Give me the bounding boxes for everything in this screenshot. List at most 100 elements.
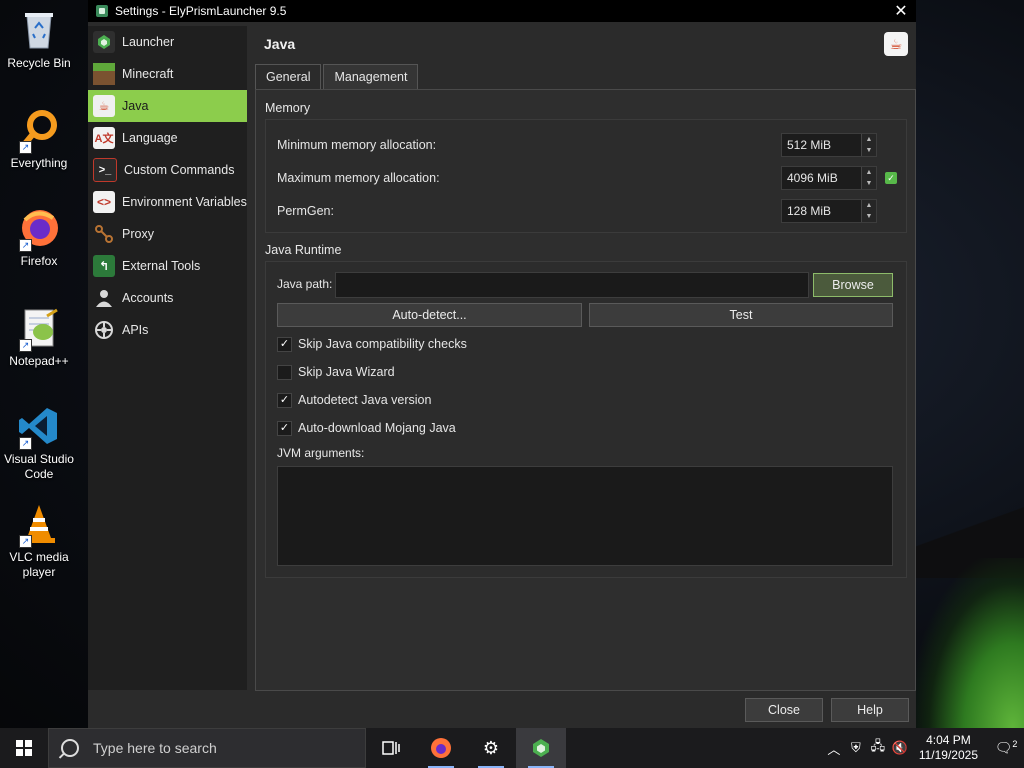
test-button[interactable]: Test <box>589 303 893 327</box>
taskbar-firefox[interactable] <box>416 728 466 768</box>
java-path-input[interactable] <box>335 272 809 298</box>
notification-icon: 🗨 <box>994 739 1013 756</box>
search-icon <box>61 739 79 757</box>
close-button[interactable]: Close <box>745 698 823 722</box>
spinbox-arrows-icon[interactable]: ▲ ▼ <box>861 200 876 222</box>
auto-download-mojang-java-checkbox[interactable]: ✓ Auto-download Mojang Java <box>277 418 456 438</box>
desktop-icon-vscode[interactable]: ↗ Visual Studio Code <box>0 404 78 482</box>
desktop-icon-label: Firefox <box>20 254 58 268</box>
sidebar-item-custom-commands[interactable]: >_ Custom Commands <box>88 154 247 186</box>
jvm-arguments-label: JVM arguments: <box>277 446 365 460</box>
checkbox-checked-icon[interactable]: ✓ <box>277 420 292 436</box>
task-view-button[interactable] <box>366 728 416 768</box>
firefox-icon: ↗ <box>17 206 61 252</box>
vscode-icon: ↗ <box>17 404 61 450</box>
desktop-icon-label: Visual Studio Code <box>4 452 74 481</box>
sidebar-item-accounts[interactable]: Accounts <box>88 282 247 314</box>
permgen-label: PermGen: <box>277 204 334 218</box>
code-brackets-icon: <> <box>93 191 115 213</box>
external-tools-icon: ↰ <box>93 255 115 277</box>
firefox-icon <box>431 738 451 758</box>
spinbox-arrows-icon[interactable]: ▲ ▼ <box>861 134 876 156</box>
sidebar-item-language[interactable]: A文 Language <box>88 122 247 154</box>
desktop-icon-recycle-bin[interactable]: Recycle Bin <box>0 8 78 71</box>
windows-logo-icon <box>16 740 32 756</box>
permgen-spinbox[interactable]: 128 MiB ▲ ▼ <box>781 199 877 223</box>
sidebar-item-label: Environment Variables <box>122 195 247 209</box>
max-memory-value: 4096 MiB <box>787 171 838 185</box>
shortcut-arrow-icon: ↗ <box>19 535 32 548</box>
shortcut-arrow-icon: ↗ <box>19 339 32 352</box>
launcher-icon <box>93 31 115 53</box>
settings-window: Settings - ElyPrismLauncher 9.5 ✕ Launch… <box>88 0 916 728</box>
jvm-arguments-textarea[interactable] <box>277 466 893 566</box>
desktop-icon-label: Everything <box>10 156 68 170</box>
sidebar-item-minecraft[interactable]: Minecraft <box>88 58 247 90</box>
help-button[interactable]: Help <box>831 698 909 722</box>
java-badge-icon: ☕ <box>884 32 908 56</box>
checkbox-unchecked-icon[interactable] <box>277 364 292 380</box>
sidebar-item-label: Proxy <box>122 227 154 241</box>
window-titlebar[interactable]: Settings - ElyPrismLauncher 9.5 ✕ <box>88 0 916 22</box>
max-memory-spinbox[interactable]: 4096 MiB ▲ ▼ <box>781 166 877 190</box>
shortcut-arrow-icon: ↗ <box>19 141 32 154</box>
shortcut-arrow-icon: ↗ <box>19 239 32 252</box>
notification-center-button[interactable]: 🗨2 <box>988 739 1024 757</box>
min-memory-spinbox[interactable]: 512 MiB ▲ ▼ <box>781 133 877 157</box>
auto-detect-button[interactable]: Auto-detect... <box>277 303 582 327</box>
taskbar-clock[interactable]: 4:04 PM 11/19/2025 <box>911 733 988 763</box>
desktop-icon-vlc[interactable]: ↗ VLC media player <box>0 502 78 580</box>
proxy-icon <box>93 223 115 245</box>
gear-icon: ⚙ <box>482 737 500 758</box>
spinbox-arrows-icon[interactable]: ▲ ▼ <box>861 167 876 189</box>
desktop-icon-label: Notepad++ <box>9 354 69 368</box>
task-view-icon <box>382 741 400 755</box>
tab-management[interactable]: Management <box>323 64 419 89</box>
taskbar-settings[interactable]: ⚙ <box>466 728 516 768</box>
skip-compat-checkbox[interactable]: ✓ Skip Java compatibility checks <box>277 334 467 354</box>
skip-wizard-checkbox[interactable]: Skip Java Wizard <box>277 362 395 382</box>
start-button[interactable] <box>0 728 48 768</box>
window-close-button[interactable]: ✕ <box>886 1 916 21</box>
desktop-icon-firefox[interactable]: ↗ Firefox <box>0 206 78 269</box>
sidebar-item-launcher[interactable]: Launcher <box>88 26 247 58</box>
checkbox-label: Autodetect Java version <box>298 393 432 407</box>
checkbox-checked-icon[interactable]: ✓ <box>277 336 292 352</box>
sidebar-item-proxy[interactable]: Proxy <box>88 218 247 250</box>
sidebar-item-label: Accounts <box>122 291 174 305</box>
sidebar-item-external-tools[interactable]: ↰ External Tools <box>88 250 247 282</box>
chevron-up-icon[interactable]: ︿ <box>823 739 845 758</box>
checkbox-label: Skip Java compatibility checks <box>298 337 467 351</box>
network-icon[interactable]: 🖧 <box>867 737 889 759</box>
recycle-bin-icon <box>17 8 61 52</box>
tab-general[interactable]: General <box>255 64 322 91</box>
security-shield-icon[interactable]: ⛨ <box>845 740 867 756</box>
launcher-logo-icon <box>96 5 108 17</box>
notepad-plus-plus-icon: ↗ <box>17 306 61 352</box>
memory-group-title: Memory <box>265 101 311 115</box>
desktop-icon-label: Recycle Bin <box>7 56 71 70</box>
desktop-icon-everything[interactable]: ↗ Everything <box>0 108 78 171</box>
taskbar-elyprismlauncher[interactable] <box>516 728 566 768</box>
min-memory-value: 512 MiB <box>787 138 832 152</box>
checkbox-checked-icon[interactable]: ✓ <box>277 392 292 408</box>
java-runtime-group-title: Java Runtime <box>265 243 342 257</box>
search-placeholder: Type here to search <box>93 740 217 756</box>
volume-muted-icon[interactable]: 🔇 <box>889 740 911 756</box>
browse-button[interactable]: Browse <box>813 273 893 297</box>
sidebar-item-environment-variables[interactable]: <> Environment Variables <box>88 186 247 218</box>
permgen-row: PermGen: 128 MiB ▲ ▼ <box>277 198 897 224</box>
sidebar-item-label: Launcher <box>122 35 175 49</box>
sidebar-item-java[interactable]: ☕ Java <box>88 90 247 122</box>
taskbar-search[interactable]: Type here to search <box>48 728 366 768</box>
desktop-icon-notepad-plus-plus[interactable]: ↗ Notepad++ <box>0 306 78 369</box>
page-title: Java <box>264 36 296 52</box>
sidebar-item-apis[interactable]: APIs <box>88 314 247 346</box>
everything-search-icon: ↗ <box>17 108 61 154</box>
memory-group: Minimum memory allocation: 512 MiB ▲ ▼ Ma… <box>265 119 907 233</box>
checkbox-label: Auto-download Mojang Java <box>298 421 456 435</box>
clock-time: 4:04 PM <box>926 733 971 747</box>
checkbox-label: Skip Java Wizard <box>298 365 395 379</box>
launcher-icon <box>533 739 549 757</box>
autodetect-java-version-checkbox[interactable]: ✓ Autodetect Java version <box>277 390 431 410</box>
